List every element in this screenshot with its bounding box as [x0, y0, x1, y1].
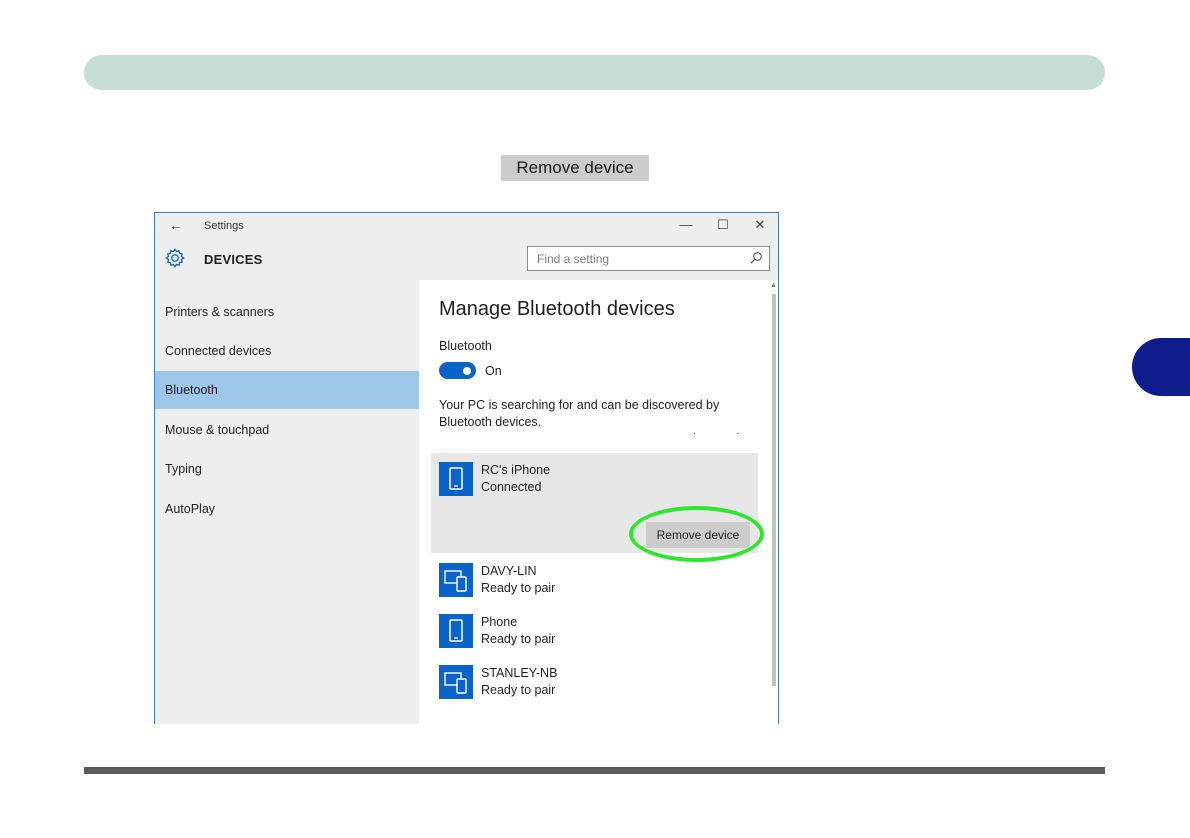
device-name: DAVY-LIN [481, 564, 537, 578]
manual-page: Remove device ← Settings — ☐ ✕ DEVICES F… [0, 0, 1190, 838]
discovery-status-text: Your PC is searching for and can be disc… [439, 398, 720, 429]
search-box[interactable] [527, 246, 770, 271]
device-status: Connected [481, 480, 542, 494]
toggle-state-label: On [485, 364, 502, 378]
sidebar-item-autoplay[interactable]: AutoPlay [155, 490, 419, 528]
scroll-up-icon[interactable]: ▲ [770, 282, 777, 289]
pc-phone-icon [439, 563, 473, 597]
sidebar-item-connected-devices[interactable]: Connected devices [155, 332, 419, 370]
device-status: Ready to pair [481, 632, 556, 646]
search-icon[interactable] [749, 251, 763, 265]
sidebar-item-bluetooth[interactable]: Bluetooth [155, 371, 419, 409]
remove-device-callout: Remove device [501, 155, 649, 181]
search-input[interactable] [528, 247, 733, 270]
device-name: Phone [481, 615, 518, 629]
device-name: RC's iPhone [481, 463, 551, 477]
settings-window: ← Settings — ☐ ✕ DEVICES Find a setting … [154, 212, 779, 724]
page-footer-rule [84, 767, 1105, 774]
section-title: Manage Bluetooth devices [439, 298, 675, 320]
device-item-davy-lin[interactable]: DAVY-LIN Ready to pair [439, 563, 749, 603]
device-status: Ready to pair [481, 581, 556, 595]
device-item-phone[interactable]: Phone Ready to pair [439, 614, 749, 654]
bluetooth-toggle[interactable] [439, 362, 476, 379]
sidebar-item-mouse-touchpad[interactable]: Mouse & touchpad [155, 411, 419, 449]
close-button[interactable]: ✕ [750, 217, 770, 233]
chapter-tab [1132, 338, 1190, 396]
window-title: Settings [204, 220, 244, 232]
minimize-button[interactable]: — [676, 217, 696, 232]
gear-icon [165, 248, 185, 268]
settings-header: DEVICES [155, 240, 778, 280]
toggle-knob [463, 366, 471, 375]
main-content: Manage Bluetooth devices Bluetooth On Yo… [419, 280, 779, 724]
device-item-stanley-nb[interactable]: STANLEY-NB Ready to pair [439, 665, 749, 705]
device-name: STANLEY-NB [481, 666, 558, 680]
sidebar-item-typing[interactable]: Typing [155, 450, 419, 488]
pc-phone-icon [439, 665, 473, 699]
device-status: Ready to pair [481, 683, 556, 697]
scroll-thumb[interactable] [772, 294, 776, 686]
back-arrow-icon[interactable]: ← [169, 217, 183, 233]
page-title: DEVICES [204, 252, 263, 267]
sidebar: Printers & scanners Connected devices Bl… [155, 280, 419, 724]
sidebar-item-printers-scanners[interactable]: Printers & scanners [155, 293, 419, 331]
phone-icon [439, 614, 473, 648]
page-header-bar [84, 55, 1105, 90]
title-bar: ← Settings — ☐ ✕ [155, 213, 778, 240]
vertical-scrollbar[interactable]: ▲ [769, 280, 778, 724]
remove-device-button[interactable]: Remove device [646, 522, 750, 548]
searching-progress-dots: ·· [693, 428, 779, 439]
maximize-button[interactable]: ☐ [713, 217, 733, 233]
phone-icon [439, 462, 473, 496]
device-item-rcs-iphone[interactable]: RC's iPhone Connected [439, 462, 749, 502]
bluetooth-label: Bluetooth [439, 339, 492, 353]
